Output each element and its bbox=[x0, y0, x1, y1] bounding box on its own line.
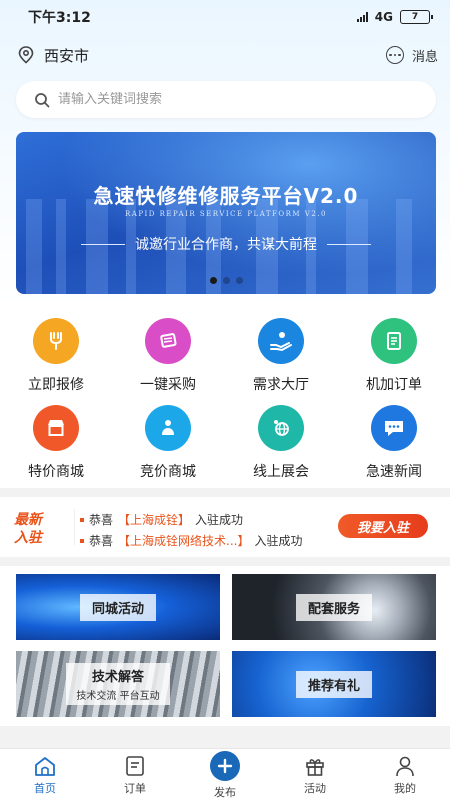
location-row: 西安市 消息 bbox=[0, 40, 450, 70]
banner-dot[interactable] bbox=[209, 277, 217, 284]
card-support-services[interactable]: 配套服务 bbox=[232, 574, 436, 640]
join-button[interactable]: 我要入驻 bbox=[338, 514, 428, 538]
badge-line2: 入驻 bbox=[14, 530, 42, 546]
demand-hand-icon bbox=[258, 318, 304, 364]
status-time: 下午3:12 bbox=[28, 10, 91, 26]
order-icon bbox=[126, 755, 144, 776]
news-prefix: 恭喜 bbox=[89, 534, 114, 548]
menu-label: 需求大厅 bbox=[253, 377, 309, 393]
card-label: 配套服务 bbox=[295, 593, 372, 621]
plus-circle-icon bbox=[210, 750, 240, 781]
banner-title: 急速快修维修服务平台V2.0 bbox=[93, 184, 359, 208]
tab-label: 活动 bbox=[304, 781, 326, 795]
tab-activities[interactable]: 活动 bbox=[270, 749, 360, 800]
search-icon bbox=[35, 92, 50, 107]
new-join-badge: 最新 入驻 bbox=[12, 509, 72, 546]
globe-icon bbox=[258, 405, 304, 451]
menu-label: 竞价商城 bbox=[140, 464, 196, 480]
tab-label: 首页 bbox=[34, 781, 56, 795]
status-bar: 下午3:12 4G 7 bbox=[0, 0, 450, 34]
news-company: 【上海成铨网络技术...】 bbox=[118, 534, 250, 548]
menu-item-bidding-mall[interactable]: 竞价商城 bbox=[112, 405, 224, 485]
gift-icon bbox=[306, 758, 324, 776]
promo-banner[interactable]: 急速快修维修服务平台V2.0 RAPID REPAIR SERVICE PLAT… bbox=[16, 132, 436, 294]
tab-label: 发布 bbox=[214, 785, 236, 799]
menu-label: 机加订单 bbox=[366, 377, 422, 393]
card-label: 推荐有礼 bbox=[295, 670, 372, 698]
battery-level: 7 bbox=[411, 12, 419, 22]
card-text-box: 技术解答 技术交流 平台互动 bbox=[66, 663, 170, 705]
news-prefix: 恭喜 bbox=[89, 513, 114, 527]
menu-item-demand[interactable]: 需求大厅 bbox=[225, 318, 337, 398]
menu-label: 立即报修 bbox=[28, 377, 84, 393]
banner-dot[interactable] bbox=[222, 277, 230, 284]
menu-item-repair[interactable]: 立即报修 bbox=[0, 318, 112, 398]
tab-home[interactable]: 首页 bbox=[0, 749, 90, 800]
search-bar[interactable] bbox=[16, 81, 436, 118]
promo-cards: 同城活动 配套服务 技术解答 技术交流 平台互动 推荐有礼 bbox=[0, 566, 450, 726]
badge-line1: 最新 bbox=[14, 512, 42, 528]
location-pin-icon bbox=[18, 46, 34, 64]
news-item[interactable]: 恭喜 【上海成铨】 入驻成功 bbox=[80, 511, 243, 528]
city-name: 西安市 bbox=[44, 46, 90, 65]
banner-dot[interactable] bbox=[235, 277, 243, 284]
tab-orders[interactable]: 订单 bbox=[90, 749, 180, 800]
status-indicators: 4G 7 bbox=[356, 10, 433, 24]
chat-bubble-icon bbox=[371, 405, 417, 451]
message-icon bbox=[385, 46, 404, 64]
card-local-events[interactable]: 同城活动 bbox=[16, 574, 220, 640]
search-input[interactable] bbox=[58, 92, 398, 107]
banner-subtitle: RAPID REPAIR SERVICE PLATFORM V2.0 bbox=[125, 210, 327, 218]
card-label: 同城活动 bbox=[79, 593, 156, 621]
menu-item-news[interactable]: 急速新闻 bbox=[338, 405, 450, 485]
news-suffix: 入驻成功 bbox=[254, 534, 303, 548]
message-label: 消息 bbox=[411, 49, 438, 65]
tab-profile[interactable]: 我的 bbox=[360, 749, 450, 800]
network-type: 4G bbox=[374, 10, 393, 24]
tab-publish[interactable]: 发布 bbox=[180, 749, 270, 800]
menu-item-online-expo[interactable]: 线上展会 bbox=[225, 405, 337, 485]
city-selector[interactable]: 西安市 bbox=[18, 45, 89, 66]
menu-item-order[interactable]: 机加订单 bbox=[338, 318, 450, 398]
news-suffix: 入驻成功 bbox=[195, 513, 244, 527]
purchase-cart-icon bbox=[145, 318, 191, 364]
feature-menu: 立即报修 一键采购 需求大厅 机加订单 特价商城 竞价商城 线上展会 急速新闻 bbox=[0, 305, 450, 488]
person-icon bbox=[396, 756, 414, 776]
bidding-people-icon bbox=[145, 405, 191, 451]
signal-icon bbox=[356, 12, 368, 22]
news-ticker: 最新 入驻 恭喜 【上海成铨】 入驻成功 恭喜 【上海成铨网络技术...】 入驻… bbox=[0, 497, 450, 557]
news-item[interactable]: 恭喜 【上海成铨网络技术...】 入驻成功 bbox=[80, 532, 302, 549]
menu-item-special-mall[interactable]: 特价商城 bbox=[0, 405, 112, 485]
battery-icon: 7 bbox=[400, 10, 433, 24]
bottom-tab-bar: 首页 订单 发布 活动 我的 bbox=[0, 748, 450, 800]
home-icon bbox=[35, 756, 55, 776]
card-referral-rewards[interactable]: 推荐有礼 bbox=[232, 651, 436, 717]
menu-label: 一键采购 bbox=[140, 377, 196, 393]
store-icon bbox=[33, 405, 79, 451]
news-divider bbox=[74, 509, 75, 545]
tab-label: 我的 bbox=[394, 781, 416, 795]
menu-item-purchase[interactable]: 一键采购 bbox=[112, 318, 224, 398]
menu-label: 线上展会 bbox=[253, 464, 309, 480]
card-sublabel: 技术交流 平台互动 bbox=[76, 691, 160, 702]
card-label: 技术解答 bbox=[91, 670, 144, 685]
message-button[interactable]: 消息 bbox=[385, 46, 438, 65]
news-company: 【上海成铨】 bbox=[118, 513, 191, 527]
bullet-icon bbox=[80, 517, 84, 522]
banner-slogan: 诚邀行业合作商，共谋大前程 bbox=[16, 234, 436, 254]
slogan-line-right bbox=[327, 243, 371, 245]
menu-label: 急速新闻 bbox=[366, 464, 422, 480]
bullet-icon bbox=[80, 538, 84, 543]
slogan-line-left bbox=[81, 243, 125, 245]
order-document-icon bbox=[371, 318, 417, 364]
tab-label: 订单 bbox=[124, 781, 146, 795]
card-tech-answers[interactable]: 技术解答 技术交流 平台互动 bbox=[16, 651, 220, 717]
banner-indicators bbox=[16, 277, 436, 284]
banner-slogan-text: 诚邀行业合作商，共谋大前程 bbox=[135, 237, 317, 253]
repair-icon bbox=[33, 318, 79, 364]
menu-label: 特价商城 bbox=[28, 464, 84, 480]
